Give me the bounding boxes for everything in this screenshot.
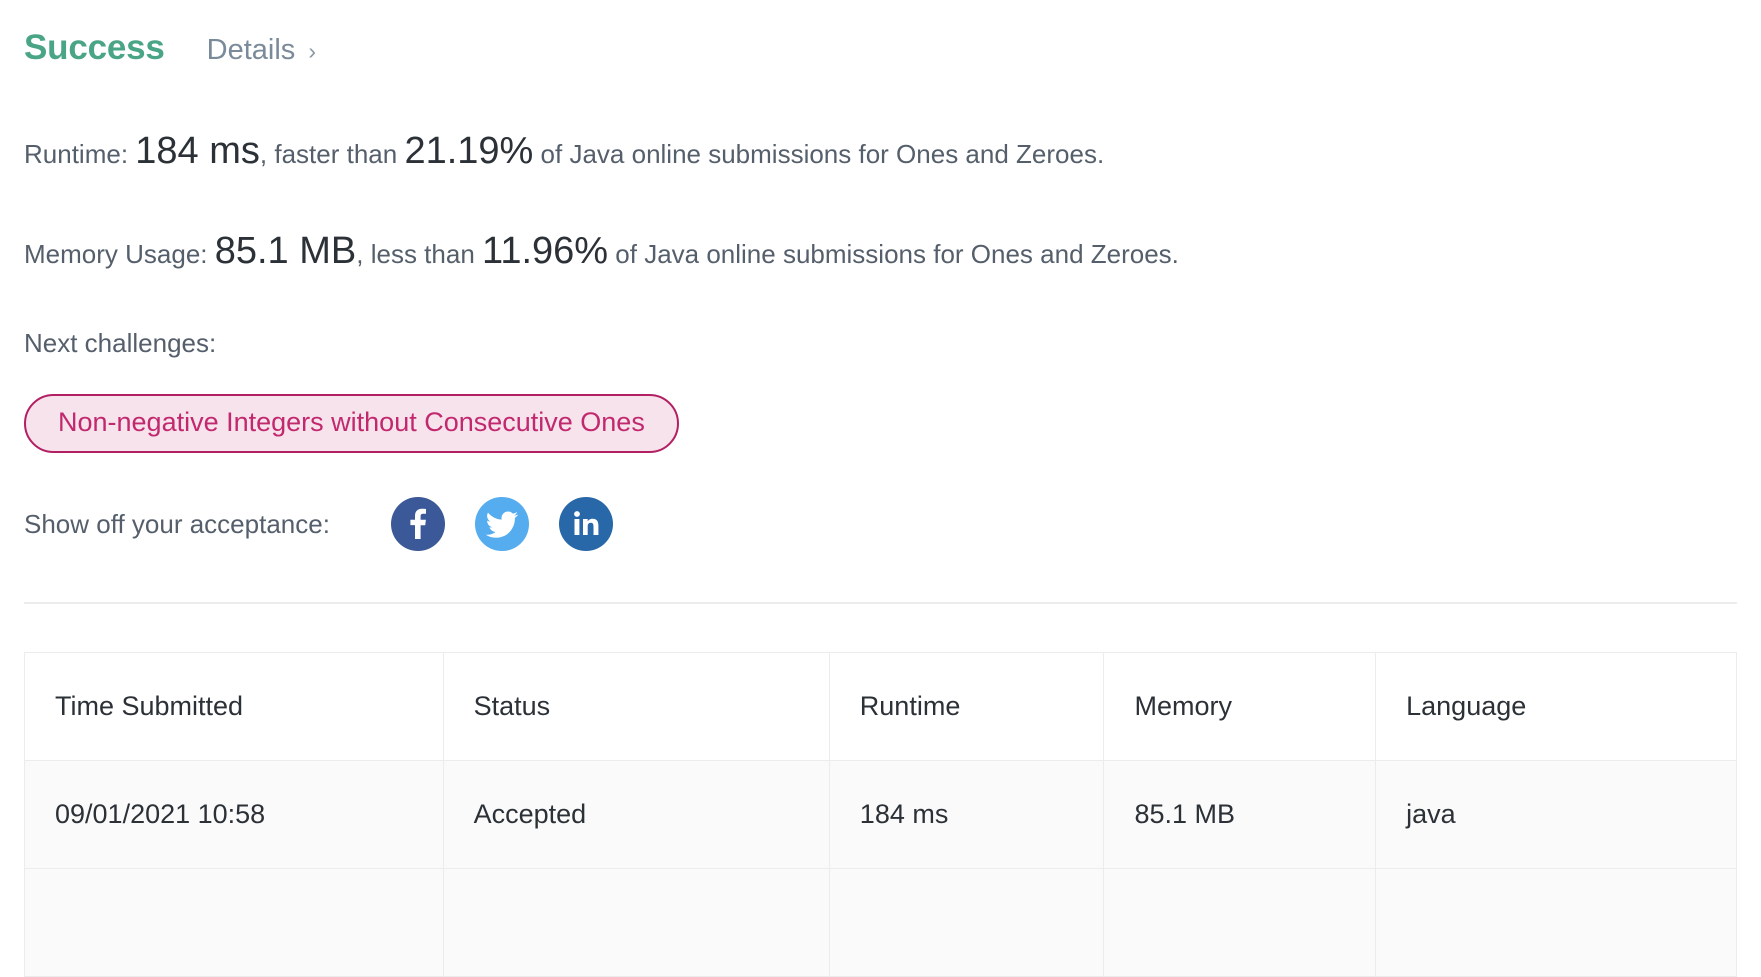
cell-runtime	[829, 868, 1105, 977]
linkedin-share-button[interactable]	[558, 497, 613, 551]
result-header: Success Details ›	[24, 0, 1737, 68]
cell-memory	[1103, 868, 1377, 977]
next-challenge-pill[interactable]: Non-negative Integers without Consecutiv…	[24, 394, 679, 453]
runtime-comparator: , faster than	[259, 139, 405, 169]
memory-comparator: , less than	[356, 239, 482, 269]
cell-runtime: 184 ms	[829, 760, 1105, 869]
submission-result-page: Success Details › Runtime: 184 ms, faste…	[0, 0, 1761, 977]
column-header-time-submitted[interactable]: Time Submitted	[24, 652, 444, 761]
column-header-runtime[interactable]: Runtime	[829, 652, 1105, 761]
memory-stat: Memory Usage: 85.1 MB, less than 11.96% …	[24, 232, 1737, 270]
runtime-suffix: of Java online submissions for Ones and …	[533, 139, 1105, 169]
runtime-stat: Runtime: 184 ms, faster than 21.19% of J…	[24, 132, 1737, 170]
details-link[interactable]: Details ›	[207, 34, 316, 67]
twitter-icon	[475, 497, 529, 551]
chevron-right-icon: ›	[308, 38, 316, 64]
submissions-table: Time Submitted Status Runtime Memory Lan…	[24, 652, 1737, 977]
share-row: Show off your acceptance:	[24, 497, 1737, 551]
share-buttons	[390, 497, 613, 551]
table-row[interactable]	[24, 868, 1737, 977]
table-header-row: Time Submitted Status Runtime Memory Lan…	[24, 652, 1737, 761]
cell-time-submitted: 09/01/2021 10:58	[24, 760, 444, 869]
submission-status-title: Success	[24, 28, 165, 67]
cell-language	[1375, 868, 1737, 977]
linkedin-icon	[559, 497, 613, 551]
cell-status[interactable]: Accepted	[443, 760, 830, 869]
cell-status[interactable]	[443, 868, 830, 977]
twitter-share-button[interactable]	[474, 497, 529, 551]
share-label: Show off your acceptance:	[24, 509, 330, 539]
memory-value: 85.1 MB	[214, 230, 357, 272]
memory-suffix: of Java online submissions for Ones and …	[608, 239, 1179, 269]
runtime-label: Runtime:	[24, 139, 129, 169]
memory-label: Memory Usage:	[24, 239, 208, 269]
section-divider	[24, 602, 1737, 604]
facebook-share-button[interactable]	[390, 497, 445, 551]
runtime-value: 184 ms	[135, 130, 260, 172]
column-header-status[interactable]: Status	[443, 652, 830, 761]
cell-memory: 85.1 MB	[1103, 760, 1377, 869]
next-challenges-list: Non-negative Integers without Consecutiv…	[24, 394, 1737, 453]
cell-time-submitted	[24, 868, 444, 977]
submissions-table-body: 09/01/2021 10:58 Accepted 184 ms 85.1 MB…	[24, 760, 1737, 977]
table-row[interactable]: 09/01/2021 10:58 Accepted 184 ms 85.1 MB…	[24, 760, 1737, 869]
column-header-memory[interactable]: Memory	[1103, 652, 1377, 761]
facebook-icon	[391, 497, 445, 551]
submissions-table-header: Time Submitted Status Runtime Memory Lan…	[24, 652, 1737, 761]
details-link-label: Details	[206, 34, 296, 66]
cell-language: java	[1375, 760, 1737, 869]
next-challenges-label: Next challenges:	[24, 328, 217, 358]
runtime-percentile: 21.19%	[404, 130, 534, 172]
memory-percentile: 11.96%	[482, 230, 609, 272]
column-header-language[interactable]: Language	[1375, 652, 1737, 761]
